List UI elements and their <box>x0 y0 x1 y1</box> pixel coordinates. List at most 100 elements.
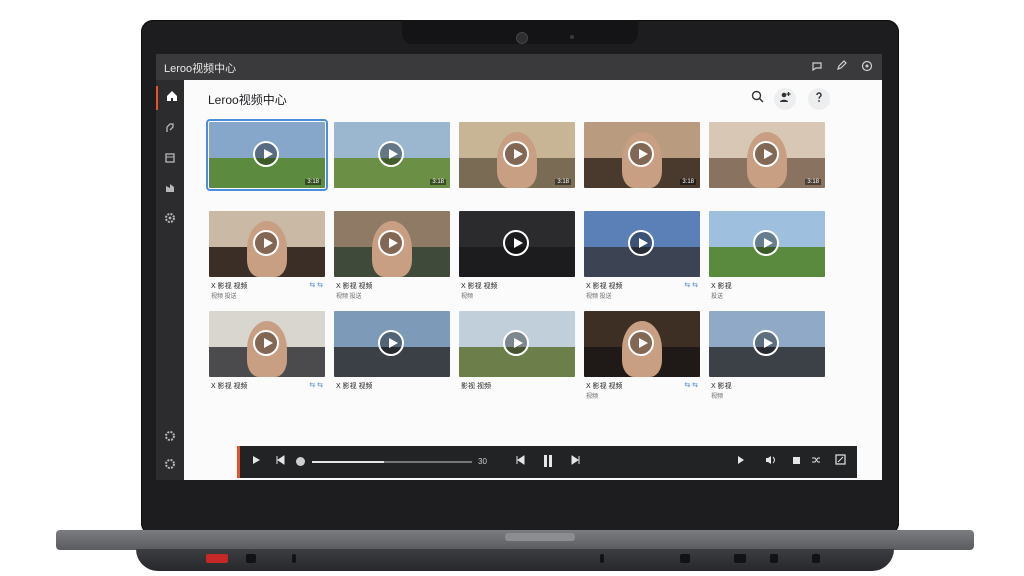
video-duration: 3:18 <box>805 179 821 185</box>
play-icon[interactable] <box>753 330 779 356</box>
play-icon[interactable] <box>503 330 529 356</box>
play-icon[interactable] <box>503 230 529 256</box>
seek-bar[interactable] <box>312 461 472 463</box>
video-card[interactable]: X 影视 视频 视频 投送 ⇆ ⇆ <box>584 211 700 300</box>
seek-handle[interactable] <box>296 457 305 466</box>
video-card[interactable]: X 影视 视频 视频 投送 ⇆ ⇆ <box>209 211 325 300</box>
next-icon[interactable] <box>734 454 750 470</box>
video-thumbnail[interactable] <box>209 311 325 377</box>
time-label: 30 <box>478 457 487 466</box>
options-icon[interactable] <box>156 454 184 478</box>
indicator-light <box>600 554 604 563</box>
video-card[interactable]: X 影视 视频 ⇆ ⇆ <box>209 311 325 390</box>
video-thumbnail[interactable] <box>584 311 700 377</box>
edit-icon[interactable] <box>834 60 848 74</box>
player-bar: 30 <box>237 446 857 478</box>
search-icon[interactable] <box>746 88 768 110</box>
play-icon[interactable] <box>378 330 404 356</box>
settings-icon[interactable] <box>860 60 874 74</box>
play-icon[interactable] <box>628 330 654 356</box>
video-meta: 视频 投送 <box>211 294 237 300</box>
video-card[interactable]: 3:18 <box>206 119 328 191</box>
link-icon[interactable] <box>156 118 184 142</box>
video-card[interactable]: X 影视 视频 视频 投送 <box>334 211 450 300</box>
skip-forward-icon[interactable] <box>568 454 584 470</box>
side-port <box>812 554 820 563</box>
play-icon[interactable] <box>378 141 404 167</box>
video-thumbnail[interactable] <box>334 311 450 377</box>
add-user-icon[interactable] <box>774 88 796 110</box>
folder-icon[interactable] <box>156 148 184 172</box>
video-thumbnail[interactable]: 3:18 <box>709 122 825 188</box>
share-icon[interactable]: ⇆ ⇆ <box>684 281 698 289</box>
help-icon[interactable] <box>808 88 830 110</box>
play-icon[interactable] <box>253 230 279 256</box>
usb-port-red <box>206 554 228 563</box>
audio-port <box>292 554 296 563</box>
settings-icon[interactable] <box>156 426 184 450</box>
play-icon[interactable] <box>628 141 654 167</box>
share-icon[interactable]: ⇆ ⇆ <box>309 381 323 389</box>
shuffle-icon[interactable] <box>808 454 824 470</box>
media-icon[interactable] <box>156 178 184 202</box>
play-icon[interactable] <box>753 141 779 167</box>
video-thumbnail[interactable] <box>459 311 575 377</box>
video-thumbnail[interactable]: 3:18 <box>334 122 450 188</box>
gear-icon[interactable] <box>156 208 184 232</box>
video-meta: 投送 <box>711 294 724 300</box>
video-card[interactable]: X 影视视频 <box>709 311 825 400</box>
video-title: X 影视 <box>711 283 732 290</box>
video-card[interactable]: 3:18 <box>459 122 575 188</box>
video-thumbnail[interactable] <box>709 211 825 277</box>
previous-icon[interactable] <box>272 454 288 470</box>
video-thumbnail[interactable] <box>459 211 575 277</box>
video-title: 影视 视频 <box>461 383 491 390</box>
main-content: Leroo视频中心 3:18 3:18 3:18 3:18 3:18 X 影视 视频 视频 … <box>184 80 882 480</box>
volume-icon[interactable] <box>762 454 778 470</box>
play-icon[interactable] <box>248 454 264 470</box>
video-title: X 影视 视频 <box>586 283 623 290</box>
share-icon[interactable]: ⇆ ⇆ <box>309 281 323 289</box>
video-thumbnail[interactable]: 3:18 <box>459 122 575 188</box>
video-thumbnail[interactable] <box>334 211 450 277</box>
video-title: X 影视 <box>711 383 732 390</box>
play-icon[interactable] <box>628 230 654 256</box>
video-card[interactable]: 3:18 <box>334 122 450 188</box>
video-thumbnail[interactable]: 3:18 <box>206 119 328 191</box>
play-icon[interactable] <box>503 141 529 167</box>
sidebar <box>156 80 184 480</box>
video-card[interactable]: X 影视 视频 视频 <box>459 211 575 300</box>
video-thumbnail[interactable] <box>584 211 700 277</box>
video-meta: 视频 投送 <box>336 294 362 300</box>
title-bar: Leroo视频中心 <box>156 54 882 80</box>
video-title: X 影视 视频 <box>211 283 248 290</box>
video-card[interactable]: X 影视 视频 视频 ⇆ ⇆ <box>584 311 700 400</box>
video-card[interactable]: X 影视投送 <box>709 211 825 300</box>
light-sensor <box>570 35 574 39</box>
window-title: Leroo视频中心 <box>164 63 237 75</box>
video-card[interactable]: 3:18 <box>584 122 700 188</box>
comment-icon[interactable] <box>810 60 824 74</box>
stop-icon[interactable] <box>788 454 804 470</box>
video-duration: 3:18 <box>680 179 696 185</box>
video-meta: 视频 <box>711 394 724 400</box>
video-thumbnail[interactable] <box>709 311 825 377</box>
fullscreen-icon[interactable] <box>832 454 848 470</box>
share-icon[interactable]: ⇆ ⇆ <box>684 381 698 389</box>
video-meta: 视频 投送 <box>586 294 612 300</box>
video-card[interactable]: 影视 视频 <box>459 311 575 390</box>
play-icon[interactable] <box>253 141 279 167</box>
app-window: Leroo视频中心 Leroo视频中心 3:18 3:18 3:18 3:18 … <box>156 54 882 480</box>
play-icon[interactable] <box>753 230 779 256</box>
video-card[interactable]: 3:18 <box>709 122 825 188</box>
video-title: X 影视 视频 <box>461 283 498 290</box>
skip-back-icon[interactable] <box>512 454 528 470</box>
play-icon[interactable] <box>378 230 404 256</box>
video-thumbnail[interactable]: 3:18 <box>584 122 700 188</box>
play-icon[interactable] <box>253 330 279 356</box>
pause-icon[interactable] <box>540 454 556 470</box>
video-title: X 影视 视频 <box>586 383 623 390</box>
video-thumbnail[interactable] <box>209 211 325 277</box>
video-card[interactable]: X 影视 视频 <box>334 311 450 390</box>
home-icon[interactable] <box>156 86 186 110</box>
